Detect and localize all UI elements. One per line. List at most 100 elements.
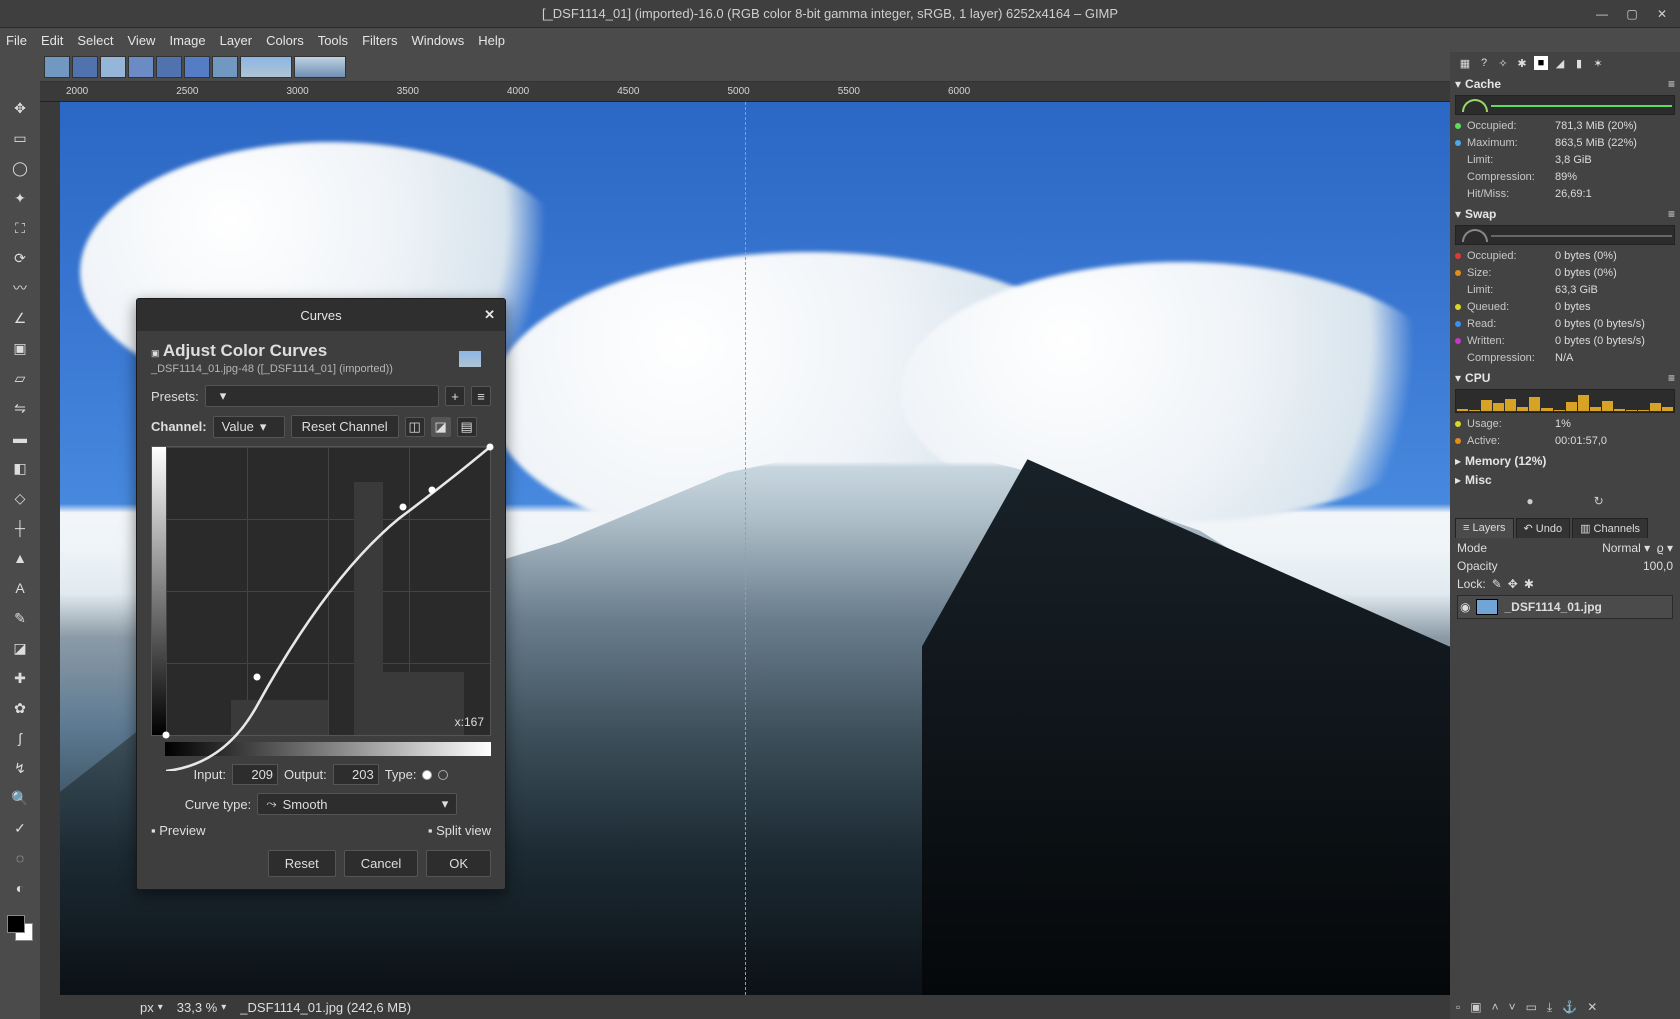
- presets-add-button[interactable]: +: [445, 386, 465, 406]
- cancel-button[interactable]: Cancel: [344, 850, 418, 877]
- tool-paint[interactable]: ✎: [9, 607, 31, 629]
- thumb-8[interactable]: [240, 56, 292, 78]
- layer-item[interactable]: ◉ _DSF1114_01.jpg: [1457, 595, 1673, 619]
- record-icon[interactable]: ●: [1526, 494, 1533, 508]
- menu-bar[interactable]: File Edit Select View Image Layer Colors…: [0, 28, 1680, 52]
- tool-measure[interactable]: ∠: [9, 307, 31, 329]
- lock-alpha-icon[interactable]: ✱: [1524, 577, 1534, 591]
- curve-grid[interactable]: x:167: [166, 447, 490, 735]
- unit-selector[interactable]: px: [140, 1000, 154, 1015]
- ok-button[interactable]: OK: [426, 850, 491, 877]
- type-corner-radio[interactable]: [438, 770, 448, 780]
- menu-icon[interactable]: ≡: [1668, 77, 1675, 91]
- visibility-eye-icon[interactable]: ◉: [1460, 600, 1470, 614]
- tool-crop[interactable]: ⛶: [9, 217, 31, 239]
- menu-colors[interactable]: Colors: [266, 33, 304, 48]
- tool-eraser[interactable]: ◪: [9, 637, 31, 659]
- thumb-4[interactable]: [128, 56, 154, 78]
- tool-scale[interactable]: ▣: [9, 337, 31, 359]
- tab-channels[interactable]: ▥ Channels: [1572, 518, 1648, 538]
- opacity-value[interactable]: 100,0: [1504, 559, 1673, 573]
- lower-layer-icon[interactable]: ˅: [1509, 1000, 1516, 1015]
- tool-rotate[interactable]: ⟳: [9, 247, 31, 269]
- presets-select[interactable]: ▾: [205, 385, 439, 407]
- menu-windows[interactable]: Windows: [411, 33, 464, 48]
- expand-icon[interactable]: ▣: [151, 348, 160, 358]
- menu-file[interactable]: File: [6, 33, 27, 48]
- reset-channel-button[interactable]: Reset Channel: [291, 415, 399, 438]
- thumb-3[interactable]: [100, 56, 126, 78]
- histogram-linear-button[interactable]: ◫: [405, 417, 425, 437]
- thumb-9[interactable]: [294, 56, 346, 78]
- lock-position-icon[interactable]: ✥: [1508, 577, 1518, 591]
- dash-icon-palette[interactable]: ◢: [1553, 56, 1567, 70]
- curves-dialog[interactable]: Curves ✕ ▣ Adjust Color Curves _DSF1114_…: [136, 298, 506, 890]
- tool-rect-select[interactable]: ▭: [9, 127, 31, 149]
- tool-text[interactable]: A: [9, 577, 31, 599]
- tool-fuzzy-select[interactable]: ✦: [9, 187, 31, 209]
- tab-layers[interactable]: ≡ Layers: [1455, 518, 1514, 538]
- memory-title[interactable]: Memory (12%): [1465, 454, 1546, 468]
- menu-select[interactable]: Select: [77, 33, 113, 48]
- histogram-log-button[interactable]: ◪: [431, 417, 451, 437]
- tool-heal[interactable]: ✚: [9, 667, 31, 689]
- thumb-1[interactable]: [44, 56, 70, 78]
- tool-path[interactable]: ↯: [9, 757, 31, 779]
- splitview-checkbox[interactable]: ▪ Split view: [428, 823, 491, 838]
- refresh-icon[interactable]: ↻: [1594, 494, 1604, 508]
- curves-editor[interactable]: x:167: [151, 446, 491, 736]
- window-maximize-button[interactable]: ▢: [1622, 4, 1642, 24]
- misc-title[interactable]: Misc: [1465, 473, 1492, 487]
- tool-bucket[interactable]: ▬: [9, 427, 31, 449]
- mode-select[interactable]: Normal: [1602, 541, 1641, 555]
- tool-smudge[interactable]: ʃ: [9, 727, 31, 749]
- anchor-layer-icon[interactable]: ⚓: [1562, 1000, 1577, 1015]
- tool-pencil[interactable]: ▲: [9, 547, 31, 569]
- dash-icon-dashboard[interactable]: ▦: [1458, 56, 1472, 70]
- preview-checkbox[interactable]: ▪ Preview: [151, 823, 205, 838]
- window-close-button[interactable]: ✕: [1652, 4, 1672, 24]
- curve-point[interactable]: [163, 732, 170, 739]
- ruler-vertical[interactable]: [40, 102, 60, 995]
- thumb-6[interactable]: [184, 56, 210, 78]
- dash-icon-device[interactable]: ✱: [1515, 56, 1529, 70]
- dash-icon-pointer[interactable]: ✧: [1496, 56, 1510, 70]
- dash-icon-brush[interactable]: ▮: [1572, 56, 1586, 70]
- tool-freeselect[interactable]: ◯: [9, 157, 31, 179]
- menu-tools[interactable]: Tools: [318, 33, 348, 48]
- tool-clone[interactable]: ✿: [9, 697, 31, 719]
- menu-icon[interactable]: ≡: [1668, 207, 1675, 221]
- tool-zoom[interactable]: 🔍: [9, 787, 31, 809]
- vertical-guide[interactable]: [745, 102, 746, 995]
- tool-cage[interactable]: ◇: [9, 487, 31, 509]
- curve-point[interactable]: [253, 674, 260, 681]
- thumb-2[interactable]: [72, 56, 98, 78]
- zoom-level[interactable]: 33,3 %: [177, 1000, 217, 1015]
- dashboard-tabs[interactable]: ▦ ? ✧ ✱ ■ ◢ ▮ ✶: [1455, 54, 1675, 72]
- fg-color[interactable]: [7, 915, 25, 933]
- tool-flip[interactable]: ⇋: [9, 397, 31, 419]
- tab-undo[interactable]: ↶ Undo: [1516, 518, 1571, 538]
- menu-view[interactable]: View: [128, 33, 156, 48]
- merge-down-icon[interactable]: ⤓: [1547, 1000, 1552, 1015]
- histogram-scale-button[interactable]: ▤: [457, 417, 477, 437]
- menu-help[interactable]: Help: [478, 33, 505, 48]
- thumb-5[interactable]: [156, 56, 182, 78]
- thumb-7[interactable]: [212, 56, 238, 78]
- menu-icon[interactable]: ≡: [1668, 371, 1675, 385]
- curve-point[interactable]: [487, 444, 494, 451]
- new-group-icon[interactable]: ▣: [1470, 1000, 1481, 1015]
- window-minimize-button[interactable]: —: [1592, 4, 1612, 24]
- reset-button[interactable]: Reset: [268, 850, 336, 877]
- new-layer-icon[interactable]: ▫: [1456, 1000, 1460, 1015]
- dash-icon-butterfly[interactable]: ✶: [1591, 56, 1605, 70]
- image-thumbnails[interactable]: [40, 52, 1450, 82]
- type-smooth-radio[interactable]: [422, 770, 432, 780]
- curve-point[interactable]: [428, 487, 435, 494]
- curvetype-select[interactable]: ⤳Smooth▾: [257, 793, 457, 815]
- curve-point[interactable]: [399, 504, 406, 511]
- tool-blur[interactable]: ◌: [9, 847, 31, 869]
- tool-handle[interactable]: ┼: [9, 517, 31, 539]
- tool-shear[interactable]: ▱: [9, 367, 31, 389]
- dash-icon-square[interactable]: ■: [1534, 56, 1548, 70]
